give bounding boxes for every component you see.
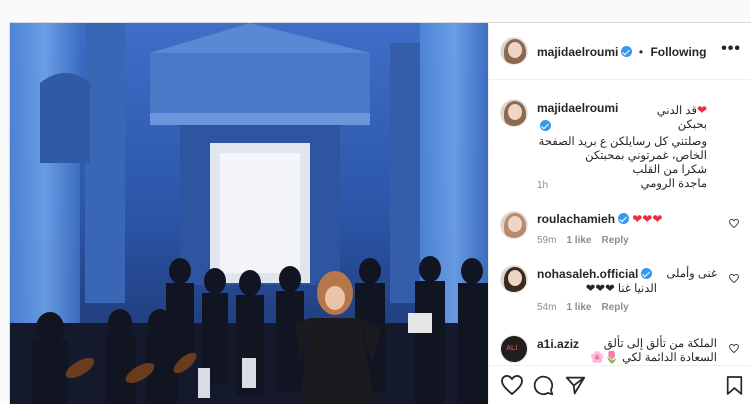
comment-likes[interactable]: 1 like <box>566 235 591 246</box>
comment-likes[interactable]: 1 like <box>566 302 591 313</box>
heart-icon[interactable] <box>501 375 523 395</box>
avatar-face <box>508 42 522 58</box>
caption-first-line: majidaelroumi ❤قد الدني بحبكن <box>537 99 707 135</box>
comment-text-2: السعادة الدائمة لكي 🌷🌸 <box>590 352 717 364</box>
page-background: majidaelroumi • Following ••• majidaelro… <box>0 0 751 404</box>
comment-body: a1i.aziz الملكة من تألق إلى تألق السعادة… <box>537 337 717 365</box>
heart-emoji-icon: ❤ <box>696 103 707 117</box>
commenter-username[interactable]: roulachamieh <box>537 212 615 226</box>
comment-meta: 54m 1 like Reply <box>537 302 717 313</box>
comment-line: a1i.aziz الملكة من تألق إلى تألق <box>537 337 717 351</box>
comment-text: الملكة من تألق إلى تألق <box>603 338 717 350</box>
separator-dot: • <box>638 45 644 59</box>
comment-body: roulachamieh ❤❤❤ 59m 1 like Reply <box>537 212 717 246</box>
caption-line-5: ماجدة الرومي <box>640 178 707 190</box>
commenter-avatar[interactable] <box>500 211 528 239</box>
comment-meta: 59m 1 like Reply <box>537 235 717 246</box>
comment-time[interactable]: 59m <box>537 235 556 246</box>
comment-icon[interactable] <box>533 375 554 396</box>
post-caption: majidaelroumi ❤قد الدني بحبكن وصلتني كل … <box>537 99 707 191</box>
caption-line-1: ❤قد الدني بحبكن <box>628 103 707 131</box>
post-side-panel: majidaelroumi • Following ••• majidaelro… <box>488 23 751 404</box>
verified-badge-icon <box>621 46 633 57</box>
caption-username[interactable]: majidaelroumi <box>537 101 618 115</box>
commenter-avatar[interactable]: ALI <box>500 335 528 363</box>
concert-stage-image <box>10 23 488 404</box>
post-author: majidaelroumi • Following <box>537 43 706 61</box>
post-header: majidaelroumi • Following ••• <box>489 23 751 80</box>
post-photo[interactable] <box>10 23 488 404</box>
verified-badge-icon <box>641 268 653 279</box>
reply-button[interactable]: Reply <box>601 235 628 246</box>
avatar-face <box>508 216 522 232</box>
comment-line: nohasaleh.official غنى وأملى <box>537 267 717 282</box>
comment-text: ❤❤❤ <box>632 212 663 226</box>
post-card: majidaelroumi • Following ••• majidaelro… <box>9 22 751 404</box>
comment-line: roulachamieh ❤❤❤ <box>537 212 717 227</box>
following-button[interactable]: Following <box>650 45 706 59</box>
commenter-username[interactable]: a1i.aziz <box>537 337 579 351</box>
caption-line-3: الخاص، غمرتوني بمحبتكن <box>585 150 707 162</box>
comment-text: غنى وأملى <box>666 268 717 280</box>
avatar-face <box>508 104 522 120</box>
author-username[interactable]: majidaelroumi <box>537 45 618 59</box>
like-comment-heart-icon[interactable] <box>729 274 739 283</box>
like-comment-heart-icon[interactable] <box>729 219 739 228</box>
bookmark-icon[interactable] <box>726 375 743 396</box>
caption-line-4: شكرا من القلب <box>632 164 707 176</box>
post-action-bar <box>489 365 751 404</box>
commenter-avatar[interactable] <box>500 265 528 293</box>
caption-timestamp[interactable]: 1h <box>537 180 548 191</box>
commenter-name: nohasaleh.official <box>537 267 653 282</box>
caption-author-avatar[interactable] <box>500 99 528 127</box>
comment-time[interactable]: 54m <box>537 302 556 313</box>
verified-badge-icon <box>618 213 630 224</box>
caption-author: majidaelroumi <box>537 99 628 135</box>
comment-body: nohasaleh.official غنى وأملى الدنيا غنا … <box>537 267 717 313</box>
avatar-face <box>508 270 522 286</box>
share-icon[interactable] <box>565 375 586 396</box>
like-comment-heart-icon[interactable] <box>729 344 739 353</box>
comment-text-2: الدنيا غنا ❤❤❤ <box>585 283 657 295</box>
author-avatar[interactable] <box>500 37 528 65</box>
caption-line-2: وصلتني كل رسايلكن ع بريد الصفحة <box>538 136 707 148</box>
commenter-username[interactable]: nohasaleh.official <box>537 267 638 281</box>
reply-button[interactable]: Reply <box>601 302 628 313</box>
avatar-logo-text: ALI <box>506 345 518 352</box>
more-options-icon[interactable]: ••• <box>721 40 741 58</box>
verified-badge-icon <box>540 120 551 131</box>
